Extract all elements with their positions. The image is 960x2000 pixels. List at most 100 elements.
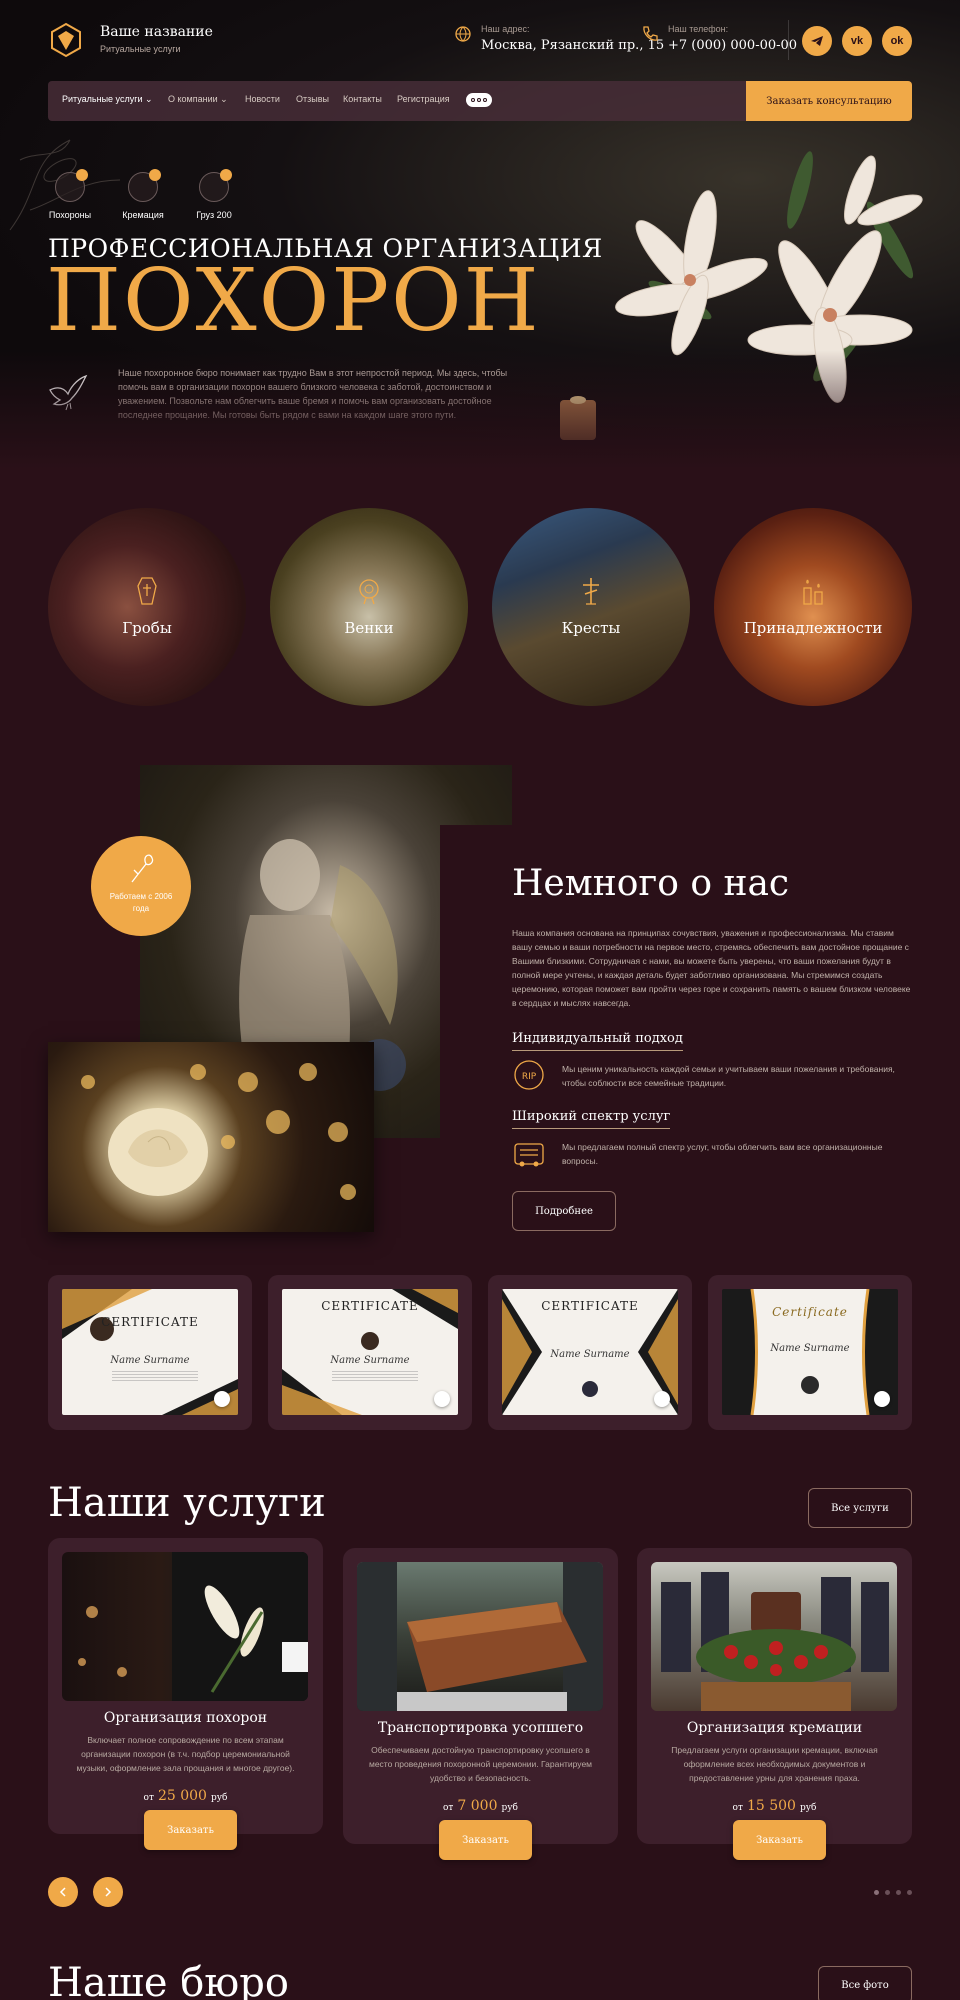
phone-label: Наш телефон:: [668, 24, 729, 34]
category-wreaths[interactable]: Венки: [270, 508, 468, 706]
hero-description: Наше похоронное бюро понимает как трудно…: [118, 368, 508, 420]
chevron-down-icon: ⌄: [145, 94, 153, 104]
category-coffins[interactable]: Гробы: [48, 508, 246, 706]
service-description: Предлагаем услуги организации кремации, …: [671, 1745, 878, 1783]
nav-about[interactable]: О компании ⌄: [168, 94, 228, 105]
chevron-down-icon: ⌄: [220, 94, 228, 104]
prev-arrow-button[interactable]: [48, 1877, 78, 1907]
service-image: [651, 1562, 897, 1711]
about-text: Наша компания основана на принципах сочу…: [512, 928, 911, 1008]
white-rose-candles-image: [48, 1042, 374, 1232]
vk-icon[interactable]: vk: [842, 26, 872, 56]
service-price: от 15 500 руб: [732, 1798, 817, 1814]
nav-ritual-services[interactable]: Ритуальные услуги ⌄: [62, 94, 153, 105]
funeral-icon: [55, 169, 88, 202]
zoom-icon[interactable]: [434, 1391, 450, 1407]
carousel-dots[interactable]: [874, 1890, 912, 1895]
service-image: [62, 1552, 308, 1701]
hearse-icon: [514, 1143, 544, 1167]
feature-title-services: Широкий спектр услуг: [512, 1109, 671, 1129]
more-button[interactable]: Подробнее: [512, 1191, 616, 1231]
consultation-button[interactable]: Заказать консультацию: [746, 81, 912, 121]
nav-reviews[interactable]: Отзывы: [296, 94, 329, 104]
category-label: Гробы: [122, 619, 172, 637]
zoom-icon[interactable]: [654, 1391, 670, 1407]
category-label: Принадлежности: [743, 619, 883, 637]
quick-link-cremation[interactable]: Кремация: [113, 169, 173, 220]
location-icon: [455, 26, 471, 42]
service-title: Организация кремации: [686, 1720, 863, 1736]
certificate-card[interactable]: CERTIFICATE Name Surname: [48, 1275, 252, 1430]
nav-registration[interactable]: Регистрация: [397, 94, 450, 104]
divider: [788, 20, 789, 60]
brand-subtitle: Ритуальные услуги: [100, 44, 181, 54]
logo-icon[interactable]: [48, 22, 84, 58]
main-nav: Ритуальные услуги ⌄ О компании ⌄ Новости…: [48, 81, 912, 121]
order-button[interactable]: Заказать: [144, 1810, 237, 1850]
certificate-image: CERTIFICATE Name Surname: [62, 1289, 238, 1415]
service-price: от 7 000 руб: [443, 1798, 518, 1814]
phone-value[interactable]: +7 (000) 000-00-00: [668, 38, 797, 53]
since-2006-badge: Работаем с 2006 года: [91, 836, 191, 936]
bureau-title: Наше бюро: [48, 1960, 289, 2000]
hero-section: Ваше название Ритуальные услуги Наш адре…: [0, 0, 960, 470]
certificate-image: Certificate Name Surname: [722, 1289, 898, 1415]
next-arrow-button[interactable]: [93, 1877, 123, 1907]
ok-icon[interactable]: ok: [882, 26, 912, 56]
certificate-card[interactable]: Certificate Name Surname: [708, 1275, 912, 1430]
service-image: [357, 1562, 603, 1711]
coffin-cargo-icon: [199, 169, 232, 202]
all-services-button[interactable]: Все услуги: [808, 1488, 912, 1528]
more-menu-icon[interactable]: [466, 93, 492, 107]
order-button[interactable]: Заказать: [439, 1820, 532, 1860]
quick-link-funeral[interactable]: Похороны: [40, 169, 100, 220]
category-crosses[interactable]: Кресты: [492, 508, 690, 706]
services-title: Наши услуги: [48, 1480, 326, 1526]
wreath-icon: [359, 579, 379, 605]
hero-title: ПОХОРОН: [46, 251, 541, 351]
certificate-image: CERTIFICATE Name Surname: [282, 1289, 458, 1415]
zoom-icon[interactable]: [874, 1391, 890, 1407]
certificate-card[interactable]: CERTIFICATE Name Surname: [488, 1275, 692, 1430]
service-title: Транспортировка усопшего: [377, 1720, 584, 1736]
telegram-icon[interactable]: [802, 26, 832, 56]
feature-title-individual: Индивидуальный подход: [512, 1031, 683, 1051]
urn-icon: [128, 169, 161, 202]
dove-icon: [49, 374, 88, 411]
brand-name[interactable]: Ваше название: [100, 24, 213, 40]
coffin-icon: [137, 577, 157, 605]
order-button[interactable]: Заказать: [733, 1820, 826, 1860]
category-accessories[interactable]: Принадлежности: [714, 508, 912, 706]
zoom-icon[interactable]: [214, 1391, 230, 1407]
about-title: Немного о нас: [512, 863, 790, 904]
svg-text:RIP: RIP: [522, 1072, 537, 1082]
address-label: Наш адрес:: [481, 24, 530, 34]
service-price: от 25 000 руб: [143, 1788, 228, 1804]
candles-icon: [803, 579, 823, 605]
feature-text-services: Мы предлагаем полный спектр услуг, чтобы…: [562, 1142, 883, 1166]
rip-wreath-icon: RIP: [514, 1060, 544, 1090]
all-photos-button[interactable]: Все фото: [818, 1966, 912, 2000]
service-title: Организация похорон: [103, 1710, 268, 1726]
chevron-right-icon: [105, 1887, 112, 1897]
service-card: Организация похорон Включает полное сопр…: [48, 1538, 323, 1850]
certificate-card[interactable]: CERTIFICATE Name Surname: [268, 1275, 472, 1430]
category-label: Кресты: [561, 619, 621, 637]
feature-text-individual: Мы ценим уникальность каждой семьи и учи…: [562, 1064, 895, 1088]
service-description: Обеспечиваем достойную транспортировку у…: [368, 1745, 593, 1783]
phone-icon: [643, 26, 658, 41]
chevron-left-icon: [59, 1887, 66, 1897]
cross-icon: [583, 578, 599, 605]
service-card: Транспортировка усопшего Обеспечиваем до…: [343, 1548, 618, 1860]
service-description: Включает полное сопровождение по всем эт…: [76, 1735, 295, 1773]
nav-news[interactable]: Новости: [245, 94, 280, 104]
quick-link-cargo[interactable]: Груз 200: [184, 169, 244, 220]
service-card: Организация кремации Предлагаем услуги о…: [637, 1548, 912, 1860]
certificate-image: CERTIFICATE Name Surname: [502, 1289, 678, 1415]
nav-contacts[interactable]: Контакты: [343, 94, 382, 104]
header: Ваше название Ритуальные услуги Наш адре…: [48, 20, 912, 64]
address-value: Москва, Рязанский пр., 15: [481, 38, 665, 53]
category-label: Венки: [344, 619, 394, 637]
flower-bouquet-icon: [131, 854, 154, 883]
lily-flowers-image: [560, 151, 923, 440]
